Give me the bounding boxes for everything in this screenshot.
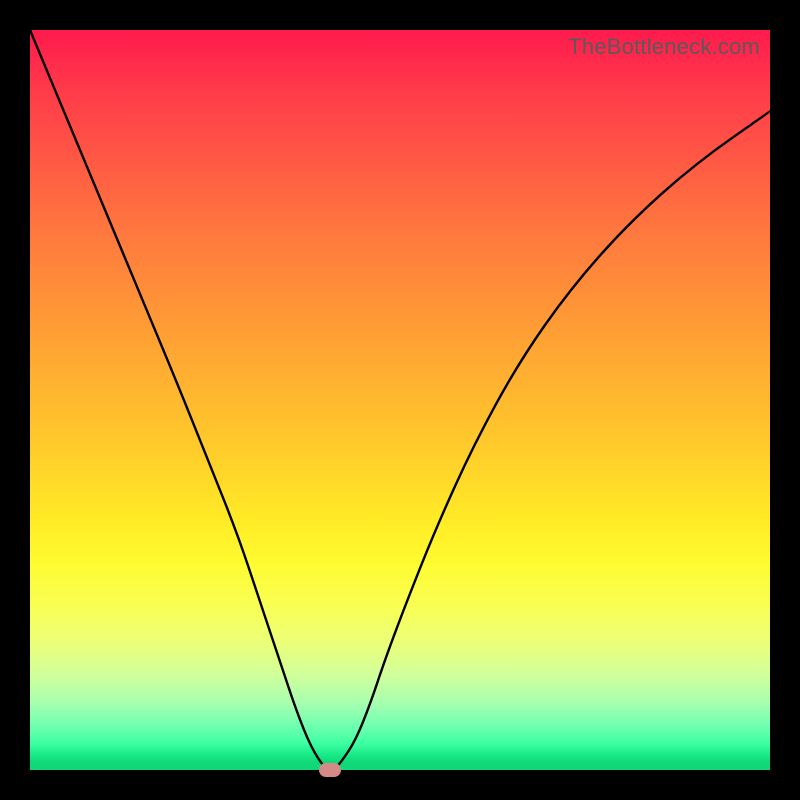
bottleneck-curve [30, 30, 770, 770]
chart-frame: TheBottleneck.com [0, 0, 800, 800]
plot-area: TheBottleneck.com [30, 30, 770, 770]
optimal-marker [319, 763, 341, 777]
